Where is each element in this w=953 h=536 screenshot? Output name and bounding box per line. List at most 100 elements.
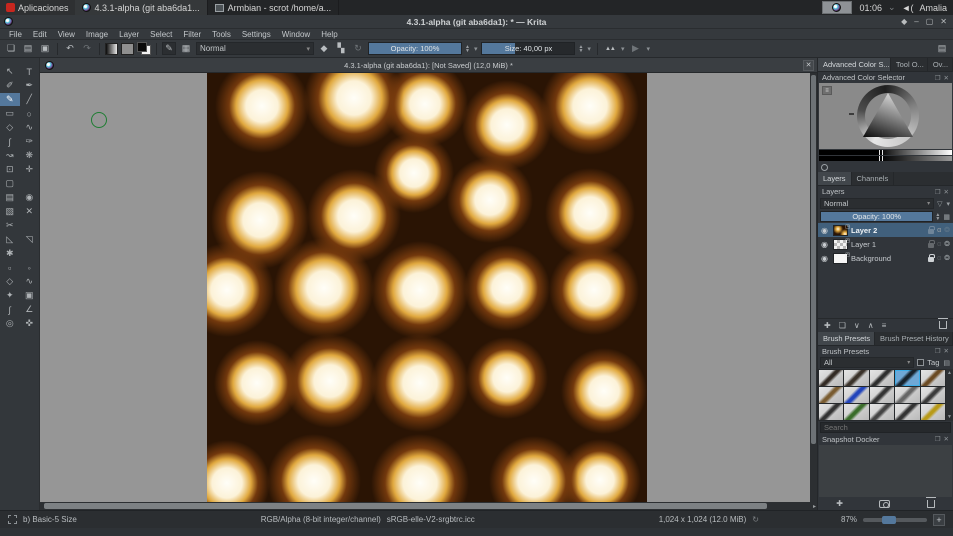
tool-polygon[interactable]: ◇: [0, 121, 20, 134]
tool-rectangle[interactable]: ▭: [0, 107, 20, 120]
chevron-down-icon[interactable]: ▾: [620, 45, 626, 53]
tool-magnetic-select[interactable]: ∠: [20, 303, 40, 316]
brush-preset-thumbnail[interactable]: [870, 370, 894, 386]
layer-visibility-icon[interactable]: ◉: [821, 240, 830, 249]
chevron-down-icon[interactable]: ▾: [645, 45, 651, 53]
maximize-icon[interactable]: ▢: [926, 17, 934, 26]
current-brush-preset-label[interactable]: b) Basic-5 Size: [23, 515, 77, 524]
tray-krita-icon[interactable]: [822, 1, 852, 14]
menu-tools[interactable]: Tools: [207, 30, 236, 39]
close-docker-icon[interactable]: ✕: [944, 347, 949, 355]
layer-properties-button[interactable]: ≡: [882, 321, 887, 330]
layer-opacity-slider[interactable]: Opacity: 100%: [820, 211, 933, 222]
chevron-down-icon[interactable]: ▾: [945, 200, 951, 208]
delete-layer-button[interactable]: [939, 321, 947, 329]
layer-thumbnail[interactable]: ◳: [833, 225, 848, 236]
lightness-ramp[interactable]: [819, 150, 952, 155]
tool-multibrush[interactable]: ❋: [20, 149, 40, 162]
color-profile-label[interactable]: sRGB-elle-V2-srgbtrc.icc: [387, 515, 475, 524]
add-layer-button[interactable]: ✚: [824, 321, 831, 330]
color-history-icon[interactable]: [821, 164, 828, 171]
tool-colorize-mask[interactable]: ✕: [20, 205, 40, 218]
choose-workspace-button[interactable]: ▤: [935, 42, 949, 55]
zoom-in-button[interactable]: +: [933, 514, 945, 526]
tool-bezier-curve[interactable]: ∫: [0, 135, 20, 148]
create-snapshot-button[interactable]: ✚: [836, 499, 843, 508]
menu-window[interactable]: Window: [277, 30, 315, 39]
layer-options-icon[interactable]: ▦: [942, 213, 951, 221]
scroll-up-icon[interactable]: ▲: [947, 370, 952, 376]
advanced-color-selector[interactable]: ≡: [819, 83, 952, 149]
saturation-ramp[interactable]: [819, 156, 952, 161]
chevron-down-icon[interactable]: ▾: [473, 45, 479, 53]
tool-bezier-select[interactable]: ∫: [0, 303, 20, 316]
mirror-tool-button[interactable]: ▲▲: [603, 42, 617, 55]
open-document-button[interactable]: ▤: [21, 42, 35, 55]
close-document-button[interactable]: ✕: [803, 60, 814, 71]
tool-fill[interactable]: ◺: [0, 233, 20, 246]
brush-preset-thumbnail[interactable]: [870, 387, 894, 403]
undo-button[interactable]: ↶: [63, 42, 77, 55]
close-docker-icon[interactable]: ✕: [944, 188, 949, 196]
keep-above-icon[interactable]: ◆: [901, 17, 907, 26]
opacity-spinner[interactable]: ▲▼: [465, 45, 470, 53]
layer-properties-icon[interactable]: ❂: [944, 254, 950, 262]
tag-checkbox[interactable]: [917, 359, 924, 366]
layer-properties-icon[interactable]: ❂: [944, 240, 950, 248]
layer-thumbnail[interactable]: ◳: [833, 239, 848, 250]
menu-view[interactable]: View: [53, 30, 80, 39]
menu-file[interactable]: File: [4, 30, 27, 39]
brush-preset-thumbnail[interactable]: [844, 387, 868, 403]
menu-select[interactable]: Select: [145, 30, 177, 39]
tool-freehand-select[interactable]: ∿: [20, 275, 40, 288]
tool-pan-tool[interactable]: ✜: [20, 317, 40, 330]
float-docker-icon[interactable]: ❐: [935, 435, 941, 443]
applications-menu[interactable]: Aplicaciones: [0, 0, 75, 15]
snapshot-list[interactable]: [819, 445, 952, 498]
alpha-lock-icon[interactable]: α: [937, 241, 941, 248]
color-selector-settings-icon[interactable]: ≡: [822, 86, 832, 95]
layer-row[interactable]: ◉◳Layer 2α❂: [818, 223, 953, 237]
tool-freehand-path[interactable]: ✑: [20, 135, 40, 148]
layer-filter-icon[interactable]: ▽: [936, 200, 943, 208]
vscroll-thumb[interactable]: [811, 75, 816, 444]
switch-snapshot-button[interactable]: [879, 500, 890, 508]
layer-properties-icon[interactable]: ❂: [944, 226, 950, 234]
opacity-slider[interactable]: Opacity: 100%: [368, 42, 462, 55]
float-docker-icon[interactable]: ❐: [935, 74, 941, 82]
delete-snapshot-button[interactable]: [927, 500, 935, 508]
tool-move[interactable]: ✛: [20, 163, 40, 176]
float-docker-icon[interactable]: ❐: [935, 188, 941, 196]
layer-blending-mode-select[interactable]: Normal ▾: [820, 198, 934, 209]
eraser-mode-button[interactable]: ◆: [317, 42, 331, 55]
menu-filter[interactable]: Filter: [178, 30, 206, 39]
scroll-down-icon[interactable]: ▼: [947, 414, 952, 420]
zoom-slider[interactable]: [863, 518, 927, 522]
brush-preset-thumbnail[interactable]: [921, 404, 945, 420]
float-docker-icon[interactable]: ❐: [935, 347, 941, 355]
layer-thumbnail[interactable]: ◳: [833, 253, 848, 264]
clock[interactable]: 01:06: [860, 3, 883, 13]
tab-channels[interactable]: Channels: [852, 172, 895, 185]
close-icon[interactable]: ✕: [940, 17, 947, 26]
layer-opacity-spinner[interactable]: ▲▼: [935, 213, 940, 221]
save-button[interactable]: ▣: [38, 42, 52, 55]
document-image[interactable]: [207, 73, 647, 502]
blending-mode-select[interactable]: Normal ▾: [196, 42, 314, 55]
menu-layer[interactable]: Layer: [114, 30, 144, 39]
tab-overview[interactable]: Ov...: [928, 58, 953, 71]
fg-bg-color-selector[interactable]: [137, 42, 151, 55]
brush-preset-thumbnail[interactable]: [895, 370, 919, 386]
menu-edit[interactable]: Edit: [28, 30, 52, 39]
layer-visibility-icon[interactable]: ◉: [821, 254, 830, 263]
duplicate-layer-button[interactable]: ❏: [839, 321, 846, 330]
tool-gradient[interactable]: ▤: [0, 191, 20, 204]
brush-preset-thumbnail[interactable]: [844, 370, 868, 386]
brush-preset-thumbnail[interactable]: [870, 404, 894, 420]
pattern-chooser[interactable]: [121, 43, 134, 55]
brush-preset-thumbnail[interactable]: [895, 387, 919, 403]
tool-line[interactable]: ╱: [20, 93, 40, 106]
tool-pattern-edit[interactable]: ▧: [0, 205, 20, 218]
volume-icon[interactable]: ◄(: [902, 3, 914, 13]
move-layer-up-button[interactable]: ∧: [868, 321, 874, 330]
